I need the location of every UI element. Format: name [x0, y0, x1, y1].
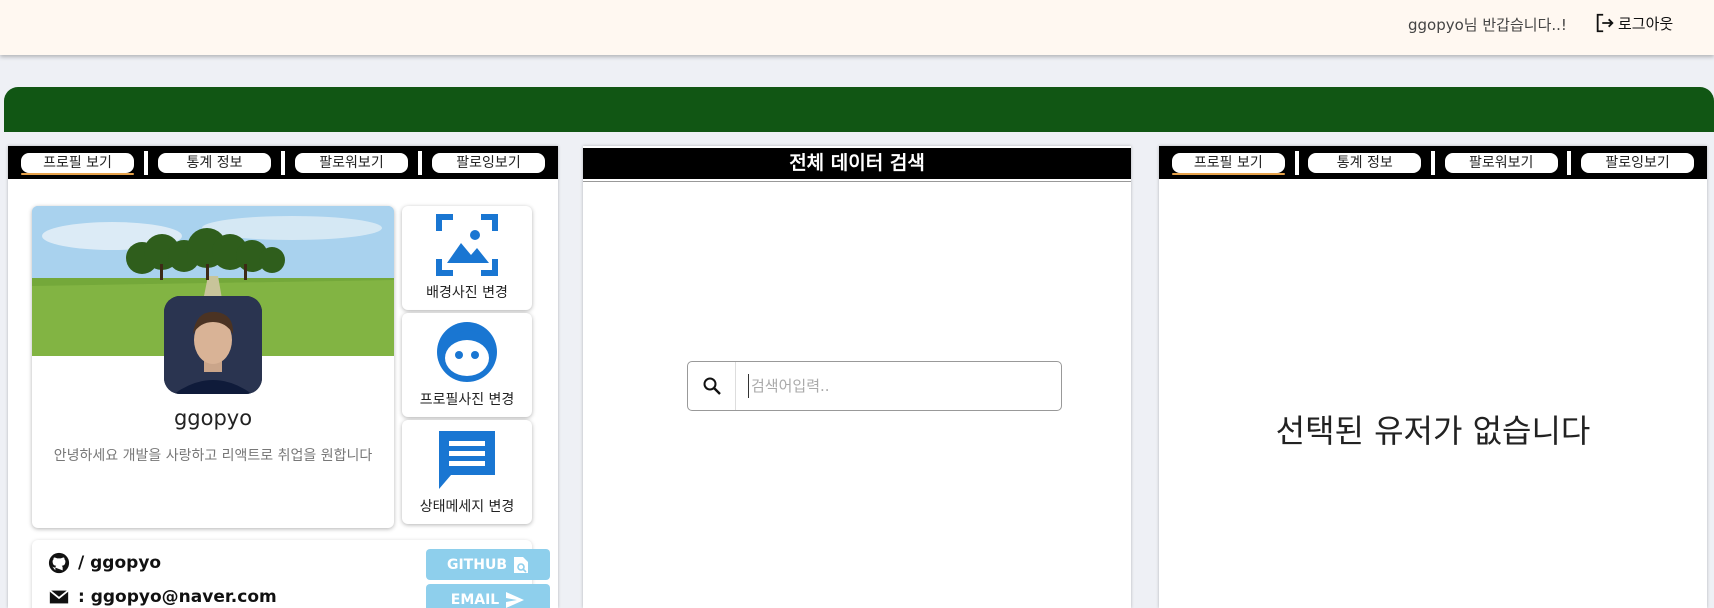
image-icon — [436, 214, 498, 276]
email-link-row: : ggopyo@naver.com — [48, 586, 277, 608]
email-button[interactable]: EMAIL — [426, 584, 550, 608]
search-input[interactable] — [748, 374, 1048, 398]
logout-label: 로그아웃 — [1618, 14, 1674, 33]
right-tab-bar: 프로필 보기 통계 정보 팔로워보기 팔로잉보기 — [1159, 146, 1707, 179]
change-profile-photo-button[interactable]: 프로필사진 변경 — [402, 313, 532, 417]
tab-profile-view[interactable]: 프로필 보기 — [21, 152, 134, 175]
face-icon — [437, 322, 497, 382]
github-link-row: / ggopyo — [48, 552, 161, 574]
github-button[interactable]: GITHUB — [426, 549, 550, 580]
tab-statistics[interactable]: 통계 정보 — [158, 152, 271, 173]
profile-status-message: 안녕하세요 개발을 사랑하고 리액트로 취업을 원합니다 — [53, 448, 373, 464]
search-icon[interactable] — [688, 362, 736, 410]
avatar — [164, 296, 262, 394]
tab-statistics[interactable]: 통계 정보 — [1308, 152, 1422, 173]
search-panel: 전체 데이터 검색 — [583, 146, 1131, 608]
send-icon — [506, 591, 525, 608]
left-tab-bar: 프로필 보기 통계 정보 팔로워보기 팔로잉보기 — [8, 146, 558, 179]
profile-card: ggopyo 안녕하세요 개발을 사랑하고 리액트로 취업을 원합니다 — [32, 206, 394, 528]
tab-divider — [144, 150, 148, 175]
divider — [583, 181, 1131, 182]
search-box — [687, 361, 1062, 411]
tab-divider — [1294, 150, 1299, 175]
tab-divider — [418, 150, 422, 175]
no-user-selected-message: 선택된 유저가 없습니다 — [1275, 412, 1591, 450]
logout-icon — [1596, 13, 1614, 33]
change-status-button[interactable]: 상태메세지 변경 — [402, 420, 532, 524]
file-search-icon — [514, 556, 528, 573]
my-profile-panel: 프로필 보기 통계 정보 팔로워보기 팔로잉보기 ggopyo 안녕하세요 개발… — [8, 146, 558, 608]
green-banner — [4, 87, 1714, 132]
tab-following[interactable]: 팔로잉보기 — [1581, 152, 1695, 173]
tab-following[interactable]: 팔로잉보기 — [432, 152, 545, 173]
app-bar: ggopyo님 반갑습니다..! 로그아웃 — [0, 0, 1714, 55]
tab-divider — [281, 150, 285, 175]
tab-profile-view[interactable]: 프로필 보기 — [1171, 152, 1285, 175]
change-status-label: 상태메세지 변경 — [419, 499, 515, 515]
tab-followers[interactable]: 팔로워보기 — [1444, 152, 1558, 173]
greeting-text: ggopyo님 반갑습니다..! — [1408, 16, 1567, 34]
email-link-text: : ggopyo@naver.com — [78, 587, 277, 607]
mail-icon — [49, 589, 69, 604]
email-button-label: EMAIL — [450, 591, 500, 608]
change-background-label: 배경사진 변경 — [426, 285, 508, 301]
contact-links-card: / ggopyo : ggopyo@naver.com GITHUB EMAIL — [32, 540, 550, 608]
tab-divider — [1567, 150, 1572, 175]
search-panel-title: 전체 데이터 검색 — [583, 148, 1131, 179]
tab-divider — [1430, 150, 1435, 175]
tab-followers[interactable]: 팔로워보기 — [295, 152, 408, 173]
github-link-text: / ggopyo — [78, 553, 162, 573]
change-profile-photo-label: 프로필사진 변경 — [419, 392, 515, 408]
github-button-label: GITHUB — [446, 556, 507, 573]
change-background-button[interactable]: 배경사진 변경 — [402, 206, 532, 310]
selected-user-panel: 프로필 보기 통계 정보 팔로워보기 팔로잉보기 선택된 유저가 없습니다 — [1159, 146, 1707, 608]
message-icon — [439, 431, 495, 489]
github-icon — [48, 552, 70, 574]
logout-button[interactable]: 로그아웃 — [1594, 12, 1673, 34]
profile-username: ggopyo — [173, 406, 253, 430]
